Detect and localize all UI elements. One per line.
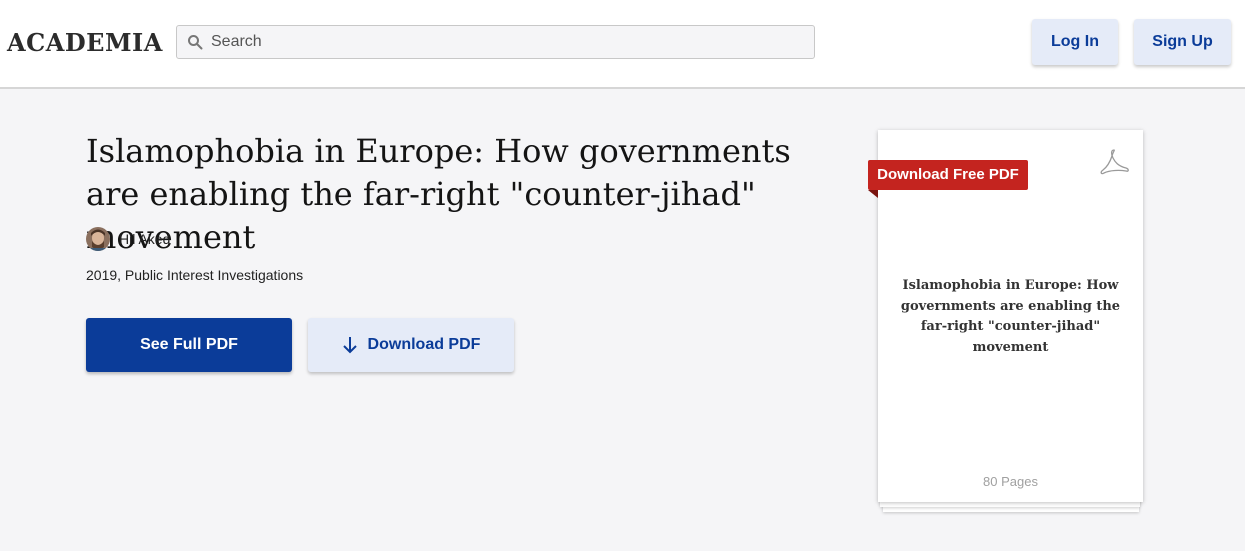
- pdf-icon: [1100, 149, 1129, 175]
- search-box[interactable]: [176, 25, 815, 59]
- site-header: ACADEMIA Log In Sign Up: [0, 0, 1245, 89]
- login-button[interactable]: Log In: [1032, 19, 1118, 65]
- download-pdf-button[interactable]: Download PDF: [308, 318, 514, 372]
- search-icon: [188, 35, 203, 50]
- paper-title: Islamophobia in Europe: How governments …: [86, 132, 791, 256]
- download-free-pdf-ribbon[interactable]: Download Free PDF: [868, 160, 1028, 190]
- download-pdf-label: Download PDF: [367, 336, 481, 353]
- avatar-icon[interactable]: [86, 227, 110, 251]
- see-full-pdf-button[interactable]: See Full PDF: [86, 318, 292, 372]
- signup-button[interactable]: Sign Up: [1134, 19, 1231, 65]
- author-row[interactable]: Hil Aked: [86, 226, 170, 252]
- download-arrow-icon: [342, 337, 357, 354]
- page-count: 80 Pages: [983, 474, 1038, 489]
- academia-logo[interactable]: ACADEMIA: [7, 28, 163, 57]
- ribbon-fold: [868, 190, 878, 198]
- publication-meta: 2019, Public Interest Investigations: [86, 267, 304, 283]
- author-name[interactable]: Hil Aked: [119, 231, 170, 247]
- search-input[interactable]: [211, 26, 806, 58]
- preview-title: Islamophobia in Europe: How governments …: [900, 278, 1121, 355]
